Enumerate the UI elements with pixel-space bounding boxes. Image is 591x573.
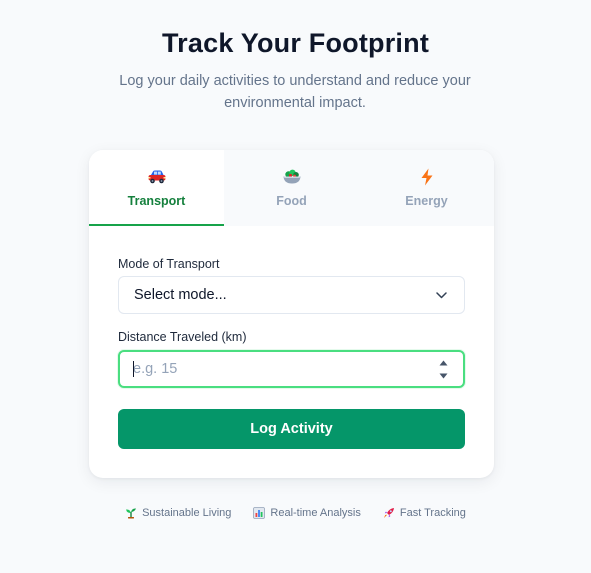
- car-icon: [146, 166, 168, 188]
- salad-bowl-icon: [281, 166, 303, 188]
- text-caret: [133, 361, 134, 377]
- mode-select[interactable]: Select mode...: [118, 276, 465, 314]
- tab-label: Energy: [405, 194, 448, 208]
- distance-label: Distance Traveled (km): [118, 330, 247, 344]
- feature-label: Real-time Analysis: [270, 507, 361, 519]
- feature-item: Real-time Analysis: [253, 507, 361, 519]
- log-activity-button[interactable]: Log Activity: [118, 409, 465, 449]
- mode-label: Mode of Transport: [118, 257, 220, 271]
- activity-card: Transport Food Energy Mode of Transport …: [89, 150, 494, 478]
- chevron-down-icon: [435, 289, 447, 301]
- feature-label: Fast Tracking: [399, 507, 466, 519]
- feature-list: Sustainable Living Real-time Analysis Fa…: [0, 507, 591, 519]
- tab-energy[interactable]: Energy: [359, 150, 494, 226]
- distance-field[interactable]: [118, 350, 465, 388]
- bar-chart-icon: [253, 507, 266, 519]
- tab-transport[interactable]: Transport: [89, 150, 224, 226]
- tab-label: Transport: [127, 194, 186, 208]
- distance-stepper[interactable]: [437, 358, 449, 380]
- feature-item: Sustainable Living: [125, 507, 231, 519]
- feature-label: Sustainable Living: [142, 507, 232, 519]
- rocket-icon: [383, 507, 395, 519]
- mode-select-value: Select mode...: [134, 287, 227, 303]
- seedling-icon: [125, 507, 137, 519]
- page: Track Your Footprint Log your daily acti…: [0, 0, 591, 573]
- tab-label: Food: [276, 194, 307, 208]
- tab-food[interactable]: Food: [224, 150, 359, 226]
- lightning-icon: [416, 166, 438, 188]
- category-tabs: Transport Food Energy: [89, 150, 494, 226]
- distance-input[interactable]: [133, 361, 437, 377]
- page-title: Track Your Footprint: [161, 28, 430, 58]
- decrement-arrow-icon[interactable]: [438, 371, 448, 380]
- increment-arrow-icon[interactable]: [438, 358, 448, 367]
- feature-item: Fast Tracking: [383, 507, 466, 519]
- page-subtitle: Log your daily activities to understand …: [119, 73, 471, 111]
